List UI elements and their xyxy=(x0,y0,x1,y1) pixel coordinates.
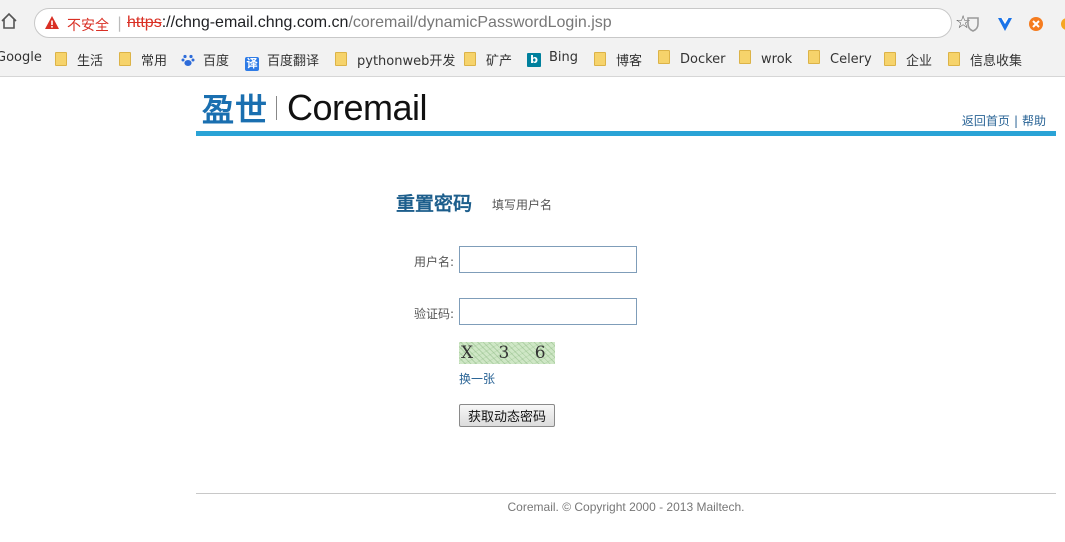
bookmark-label: 企业 xyxy=(906,54,933,69)
logo-chinese-text: 盈世 xyxy=(202,91,269,129)
folder-icon xyxy=(594,52,606,66)
url-scheme-separator: :// xyxy=(161,14,176,31)
get-dynamic-password-button[interactable]: 获取动态密码 xyxy=(459,404,555,427)
vue-devtools-extension-icon[interactable] xyxy=(997,16,1013,32)
bookmark-label: Celery xyxy=(830,52,872,67)
folder-icon xyxy=(335,52,347,66)
home-icon[interactable] xyxy=(0,12,22,34)
bookmark-folder-celery[interactable]: Celery xyxy=(808,50,872,68)
url-text[interactable]: https://chng-email.chng.com.cn/coremail/… xyxy=(127,14,612,32)
footer-divider xyxy=(196,493,1056,494)
link-separator: | xyxy=(1013,114,1018,128)
page-subtitle: 填写用户名 xyxy=(492,198,553,212)
bookmark-folder-wrok[interactable]: wrok xyxy=(739,50,792,68)
security-label[interactable]: 不安全 xyxy=(67,15,109,35)
bookmark-label: Docker xyxy=(680,52,726,67)
address-separator: | xyxy=(117,14,123,32)
page-title: 重置密码 xyxy=(396,193,473,215)
bookmark-label: 常用 xyxy=(141,54,168,69)
bookmark-folder-life[interactable]: 生活 xyxy=(55,50,104,69)
folder-icon xyxy=(464,52,476,66)
bookmarks-bar: Google 生活 常用 百度 译百度翻译 pythonweb开发 矿产 b Bi… xyxy=(0,42,1065,77)
bookmark-baidu[interactable]: 百度 xyxy=(181,50,230,69)
address-bar[interactable]: 不安全 | https://chng-email.chng.com.cn/cor… xyxy=(34,8,971,38)
help-link[interactable]: 帮助 xyxy=(1022,114,1046,128)
username-label: 用户名: xyxy=(413,255,454,269)
bookmark-label: 信息收集 xyxy=(970,54,1023,69)
orange-extension-icon[interactable] xyxy=(1028,16,1044,32)
folder-icon xyxy=(808,50,820,64)
bookmark-baidu-translate[interactable]: 译百度翻译 xyxy=(245,50,320,71)
bookmark-bing[interactable]: b Bing xyxy=(527,50,578,68)
url-path: /coremail/dynamicPasswordLogin.jsp xyxy=(348,14,612,31)
baidu-paw-icon xyxy=(181,53,195,67)
bookmark-folder-blog[interactable]: 博客 xyxy=(594,50,643,69)
bookmark-folder-info-collect[interactable]: 信息收集 xyxy=(948,50,1023,69)
captcha-image[interactable]: X 3 6 G xyxy=(459,342,555,364)
url-host: chng-email.chng.com.cn xyxy=(175,14,349,31)
folder-icon xyxy=(55,52,67,66)
username-input[interactable] xyxy=(459,246,637,273)
partial-extension-icon[interactable] xyxy=(1058,16,1065,32)
bookmark-folder-common[interactable]: 常用 xyxy=(119,50,168,69)
bookmark-label: 百度 xyxy=(203,54,230,69)
captcha-label: 验证码: xyxy=(413,307,454,321)
bookmark-google[interactable]: Google xyxy=(0,50,42,68)
logo-english-text: Coremail xyxy=(287,87,428,128)
refresh-captcha-link[interactable]: 换一张 xyxy=(459,370,495,387)
bookmark-label: 矿产 xyxy=(486,54,513,69)
folder-icon xyxy=(884,52,896,66)
folder-icon xyxy=(948,52,960,66)
logo-divider xyxy=(276,96,278,120)
warning-icon[interactable] xyxy=(44,15,60,31)
bookmark-folder-enterprise[interactable]: 企业 xyxy=(884,50,933,69)
back-home-link[interactable]: 返回首页 xyxy=(962,114,1010,128)
shield-extension-icon[interactable] xyxy=(965,16,981,32)
bookmark-label: 百度翻译 xyxy=(267,54,320,69)
translate-icon: 译 xyxy=(245,57,259,71)
folder-icon xyxy=(658,50,670,64)
bookmark-label: 生活 xyxy=(77,54,104,69)
bookmark-label: 博客 xyxy=(616,54,643,69)
captcha-input[interactable] xyxy=(459,298,637,325)
coremail-logo: 盈世 Coremail xyxy=(202,85,428,129)
bookmark-label: pythonweb开发 xyxy=(357,54,456,69)
header-divider xyxy=(196,131,1056,136)
bookmark-folder-pythonweb[interactable]: pythonweb开发 xyxy=(335,50,456,69)
header-links: 返回首页 | 帮助 xyxy=(962,112,1046,129)
copyright-text: Coremail. © Copyright 2000 - 2013 Mailte… xyxy=(507,500,745,514)
bing-icon: b xyxy=(527,53,541,67)
bookmark-label: Bing xyxy=(549,50,579,65)
url-scheme: https xyxy=(127,14,162,31)
bookmark-folder-docker[interactable]: Docker xyxy=(658,50,726,68)
page-content: 盈世 Coremail 返回首页 | 帮助 重置密码 填写用户名 用户名: 验证码: … xyxy=(0,77,1065,542)
bookmark-folder-mining[interactable]: 矿产 xyxy=(464,50,513,69)
folder-icon xyxy=(739,50,751,64)
bookmark-label: Google xyxy=(0,50,42,65)
bookmark-label: wrok xyxy=(761,52,793,67)
folder-icon xyxy=(119,52,131,66)
browser-toolbar: 不安全 | https://chng-email.chng.com.cn/cor… xyxy=(0,0,1065,42)
